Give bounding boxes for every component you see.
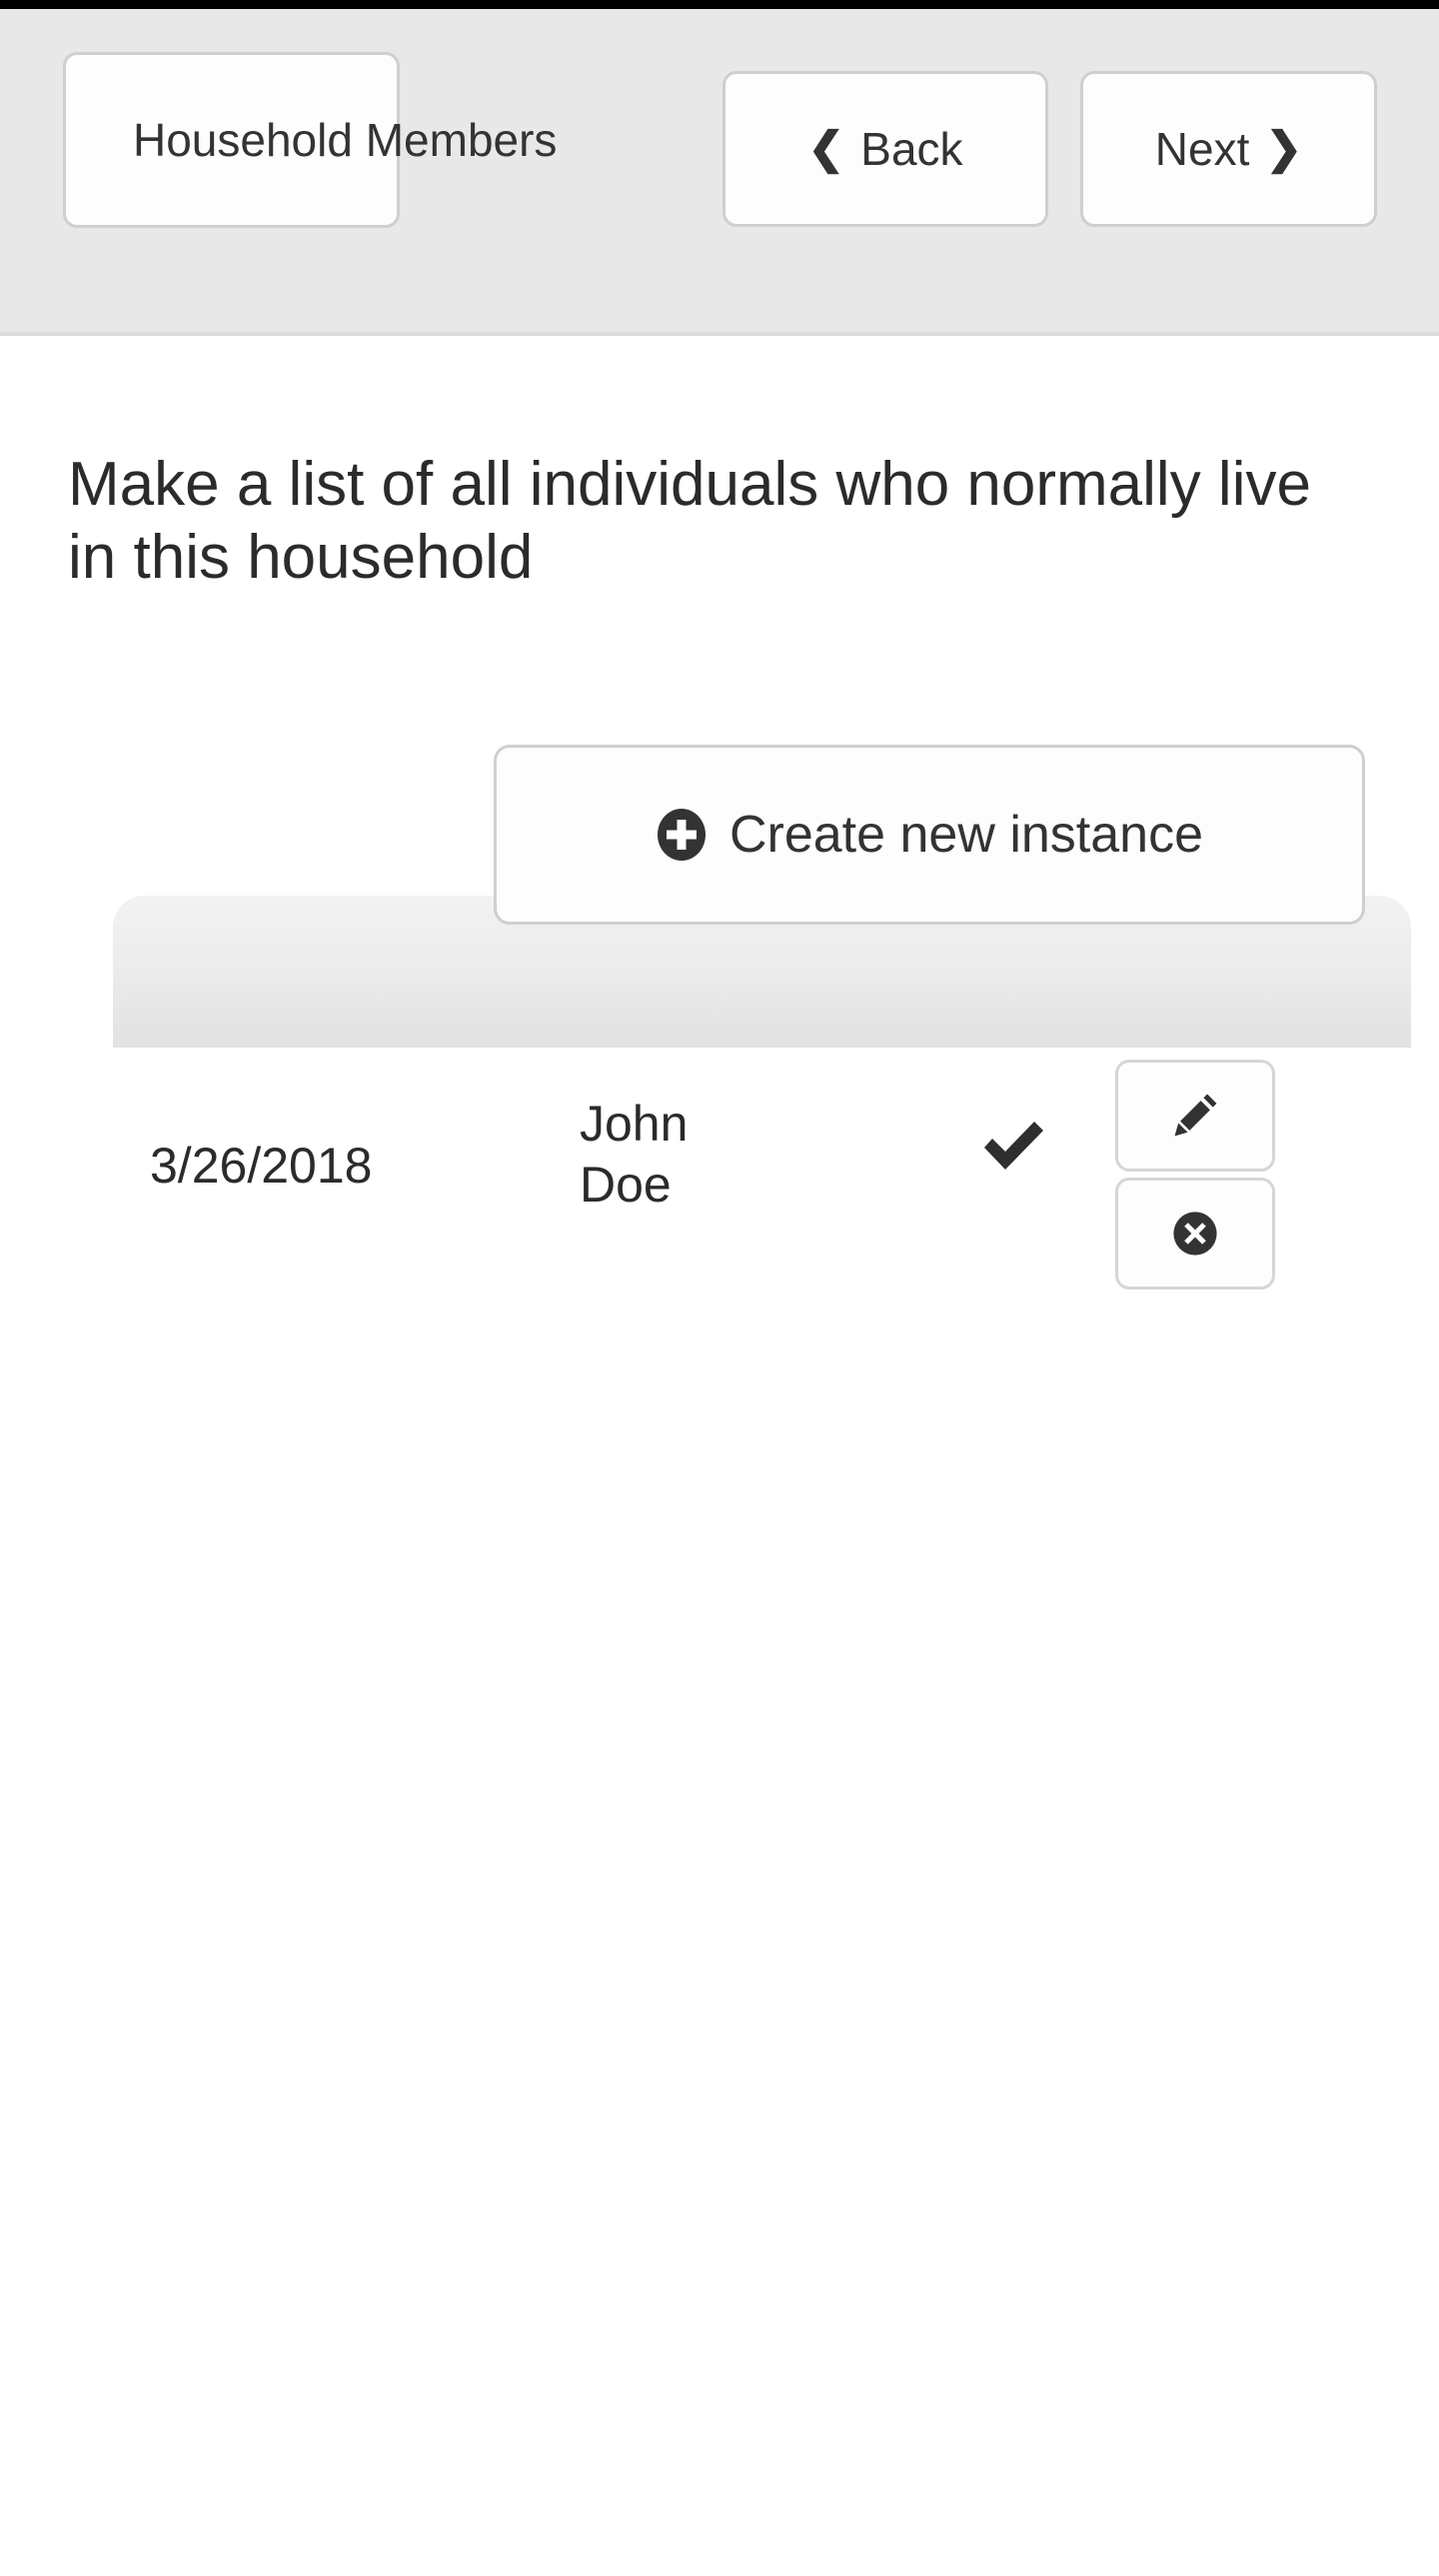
instance-complete-status [978,1110,1088,1180]
row-actions [1115,1060,1279,1289]
edit-instance-button[interactable] [1115,1060,1275,1172]
instance-date: 3/26/2018 [150,1138,373,1194]
instances-table: 3/26/2018 John Doe [113,896,1411,1317]
checkmark-icon [978,1110,1048,1180]
pencil-icon [1167,1088,1223,1144]
main-content: Make a list of all individuals who norma… [0,336,1439,2576]
toolbar: Household Members ❮ Back Next ❯ [0,9,1439,336]
next-button-label: Next [1154,123,1250,175]
form-title-chip[interactable]: Household Members [63,52,557,228]
page-title: Household Members [133,114,558,166]
create-new-instance-button[interactable]: Create new instance [494,745,1365,925]
back-button-label: Back [860,123,963,175]
chevron-right-icon: ❯ [1265,124,1303,173]
plus-circle-icon [656,809,708,861]
remove-circle-icon [1168,1207,1222,1261]
question-prompt: Make a list of all individuals who norma… [68,450,1311,593]
create-new-instance-label: Create new instance [728,806,1204,864]
table-row[interactable]: 3/26/2018 John Doe [113,1048,1411,1317]
back-button[interactable]: ❮ Back [722,71,1048,227]
next-button[interactable]: Next ❯ [1080,71,1377,227]
status-bar [0,0,1439,9]
instance-name: John Doe [580,1096,689,1213]
chevron-left-icon: ❮ [807,124,845,173]
delete-instance-button[interactable] [1115,1178,1275,1289]
